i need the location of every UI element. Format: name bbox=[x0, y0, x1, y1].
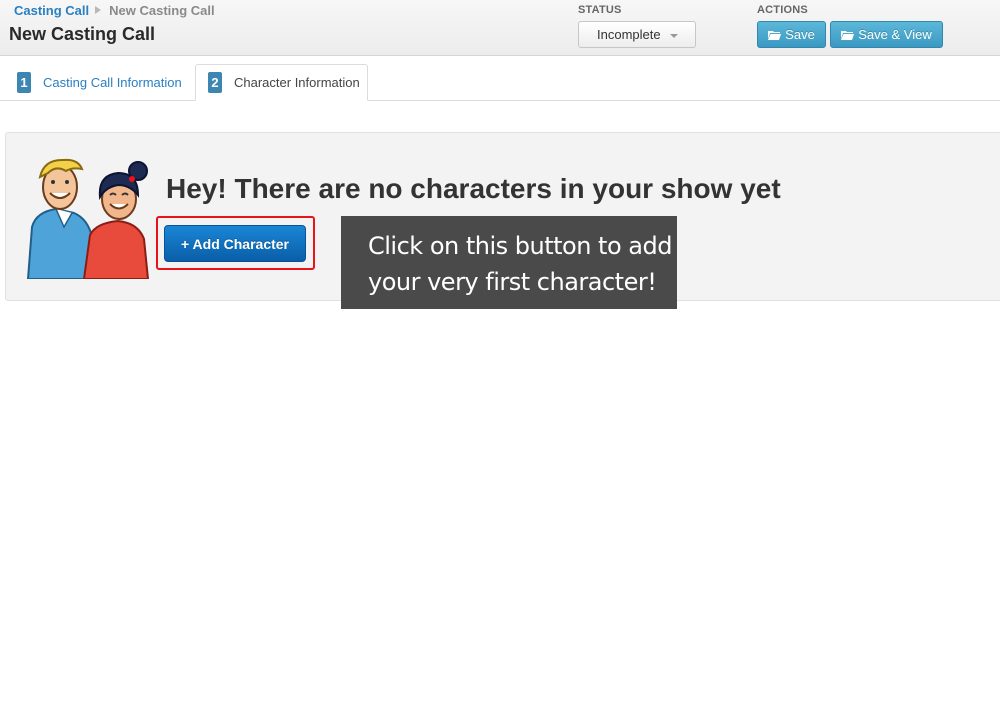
add-character-button[interactable]: + Add Character bbox=[164, 225, 306, 262]
page-title: New Casting Call bbox=[9, 24, 156, 44]
callout-line-2: your very first character! bbox=[368, 268, 657, 296]
header: Casting Call New Casting Call New Casting… bbox=[0, 0, 1000, 56]
save-and-view-button-label: Save & View bbox=[858, 27, 932, 42]
callout-line-1: Click on this button to add bbox=[368, 232, 672, 260]
save-button-label: Save bbox=[785, 27, 815, 42]
step-tabs: 1 Casting Call Information 2 Character I… bbox=[0, 64, 1000, 101]
breadcrumb-casting-call-link[interactable]: Casting Call bbox=[14, 3, 89, 18]
tab-casting-call-information[interactable]: 1 Casting Call Information bbox=[14, 64, 194, 101]
status-select[interactable]: Incomplete bbox=[578, 21, 696, 48]
tooltip-callout: Click on this button to add your very fi… bbox=[341, 216, 677, 309]
tab-character-information[interactable]: 2 Character Information bbox=[195, 64, 368, 101]
tab-label: Casting Call Information bbox=[43, 75, 182, 90]
status-label: STATUS bbox=[578, 4, 622, 16]
actions-label: ACTIONS bbox=[757, 4, 808, 16]
folder-icon bbox=[841, 30, 855, 40]
status-value: Incomplete bbox=[597, 27, 661, 42]
save-and-view-button[interactable]: Save & View bbox=[830, 21, 943, 48]
folder-icon bbox=[768, 30, 782, 40]
tab-label: Character Information bbox=[234, 75, 360, 90]
breadcrumb-separator-icon bbox=[95, 6, 102, 14]
empty-state-heading: Hey! There are no characters in your sho… bbox=[166, 173, 781, 204]
tab-step-number: 1 bbox=[17, 72, 31, 93]
characters-illustration bbox=[26, 157, 156, 280]
breadcrumb: Casting Call New Casting Call bbox=[14, 3, 215, 18]
tab-step-number: 2 bbox=[208, 72, 222, 93]
save-button[interactable]: Save bbox=[757, 21, 826, 48]
breadcrumb-current: New Casting Call bbox=[109, 3, 215, 18]
chevron-down-icon bbox=[670, 34, 678, 38]
